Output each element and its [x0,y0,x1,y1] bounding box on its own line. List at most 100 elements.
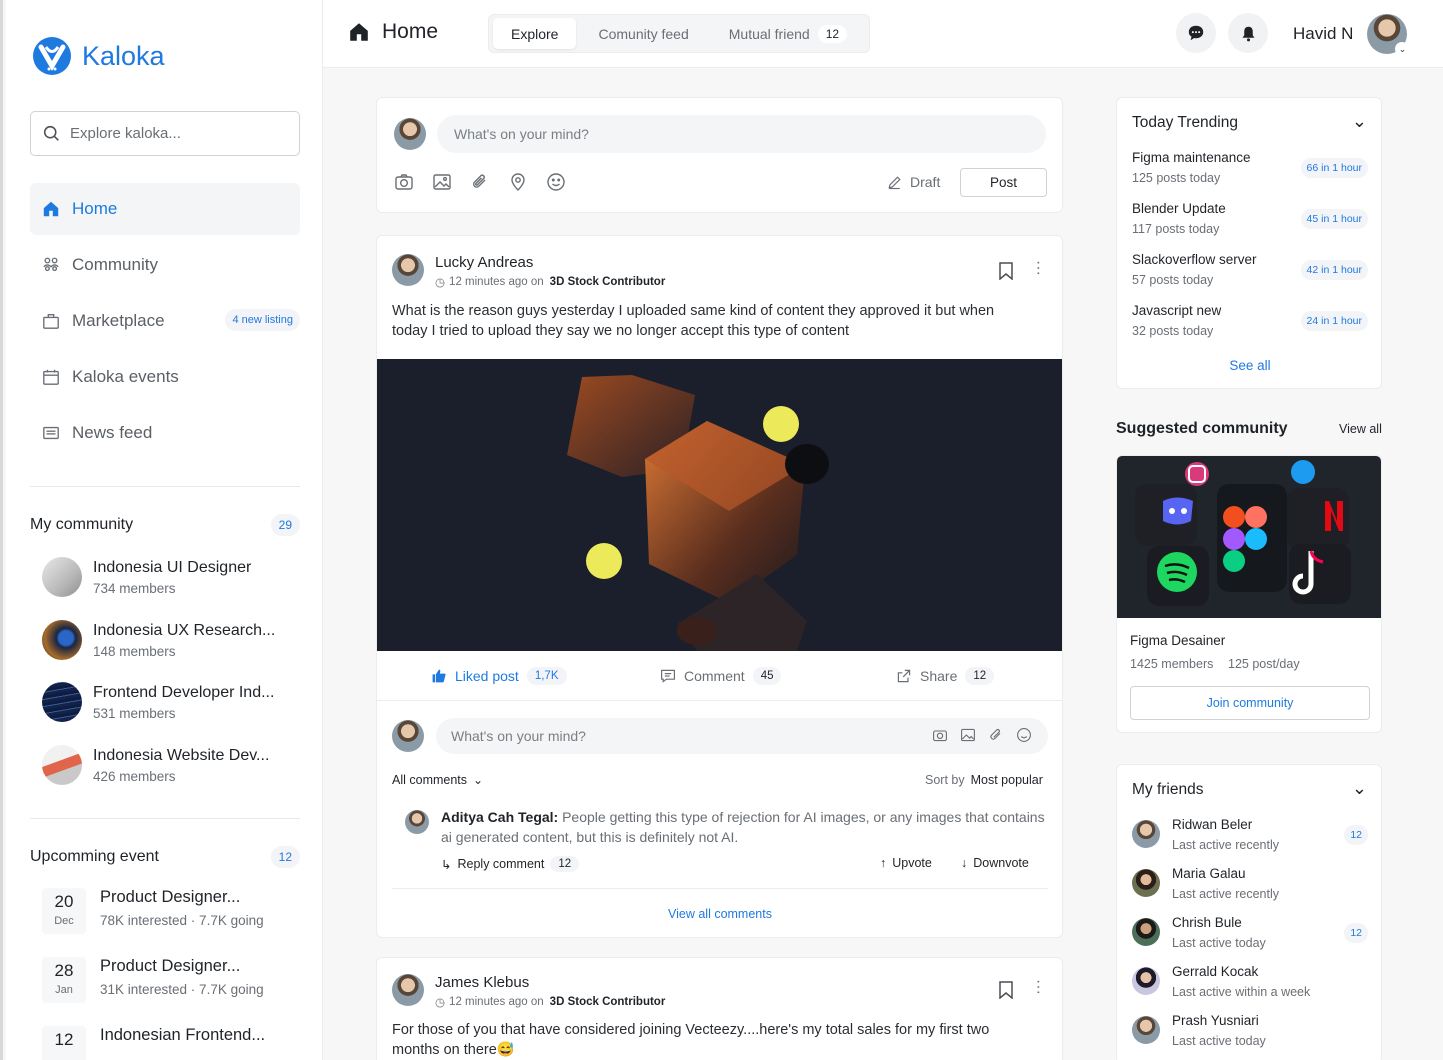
camera-icon[interactable] [932,727,948,743]
comments-filter[interactable]: All comments ⌄ [392,773,483,787]
post-author-info: James Klebus ◷ 12 minutes ago on 3D Stock … [435,974,665,1009]
tab-mutual-friend[interactable]: Mutual friend 12 [711,18,865,49]
more-icon[interactable]: ··· [1030,979,1047,995]
share-count: 12 [965,666,995,685]
downvote-button[interactable]: ↓ Downvote [961,856,1029,870]
join-community-button[interactable]: Join community [1130,686,1370,720]
image-icon[interactable] [960,727,976,743]
friend-name: Prash Yusniari [1172,1013,1259,1028]
brand-logo[interactable]: Kaloka [32,36,165,76]
community-name[interactable]: Figma Desainer [1130,633,1225,648]
calendar-icon [43,369,59,385]
friend-item[interactable]: Maria Galau Last active recently [1132,866,1368,901]
upvote-button[interactable]: ↑ Upvote [880,856,932,870]
friend-item[interactable]: Gerrald Kocak Last active within a week [1132,964,1368,999]
comment-avatar[interactable] [405,810,429,834]
nav-item-community[interactable]: Community [30,239,300,291]
trend-item[interactable]: Blender Update 117 posts today 45 in 1 hou… [1132,201,1368,236]
kaloka-logo-icon [33,37,71,75]
reply-input[interactable]: What's on your mind? [436,718,1048,754]
search-input[interactable] [70,125,270,142]
suggested-community-card: Figma Desainer 1425 members 125 post/day… [1116,455,1382,733]
user-name: Havid N [1293,24,1354,43]
view-all-comments-link[interactable]: View all comments [377,907,1062,921]
location-pin-icon[interactable] [508,172,528,192]
composer-avatar [394,118,426,150]
event-item[interactable]: 20 Dec Product Designer... 78K interested … [42,888,264,934]
share-icon [897,669,911,682]
tab-community-feed[interactable]: Comunity feed [580,18,706,49]
comments-filter-label: All comments [392,773,468,787]
tab-mutual-count: 12 [817,24,848,43]
bookmark-icon[interactable] [998,262,1014,280]
sort-value: Most popular [970,773,1043,787]
bookmark-icon[interactable] [998,981,1014,999]
event-item[interactable]: 28 Jan Product Designer... 31K interested … [42,957,264,1003]
messages-button[interactable] [1176,13,1216,53]
post-time: 12 minutes ago on [449,996,544,1008]
nav-item-marketplace[interactable]: Marketplace 4 new listing [30,295,300,347]
post-meta: ◷ 12 minutes ago on 3D Stock Contributor [435,275,665,289]
nav-item-news[interactable]: News feed [30,407,300,459]
event-day: 28 [54,961,74,980]
community-item[interactable]: Frontend Developer Ind... 531 members [42,682,274,722]
trend-item[interactable]: Slackoverflow server 57 posts today 42 in … [1132,252,1368,287]
paperclip-icon[interactable] [470,172,490,192]
post-author-name[interactable]: Lucky Andreas [435,254,665,271]
nav-item-home[interactable]: Home [30,183,300,235]
suggested-title: Suggested community [1116,420,1288,437]
notifications-button[interactable] [1228,13,1268,53]
see-all-trending-link[interactable]: See all [1117,358,1383,373]
sort-control[interactable]: Sort by Most popular [925,773,1043,787]
community-members: 734 members [93,580,176,596]
post-composer: What's on your mind? Draft Post [376,97,1063,213]
user-menu[interactable]: Havid N ⌄ [1293,14,1410,56]
community-name: Indonesia UI Designer [93,558,252,576]
post-image[interactable] [377,359,1062,651]
like-button[interactable]: Liked post 1,7K [431,666,567,685]
community-item[interactable]: Indonesia Website Dev... 426 members [42,745,269,785]
emoji-icon[interactable] [546,172,566,192]
paperclip-icon[interactable] [988,727,1004,743]
trending-title: Today Trending [1132,114,1238,131]
community-item[interactable]: Indonesia UI Designer 734 members [42,557,251,597]
event-item[interactable]: 12 Indonesian Frontend... [42,1026,265,1060]
image-icon[interactable] [432,172,452,192]
trend-item[interactable]: Javascript new 32 posts today 24 in 1 hour [1132,303,1368,338]
friends-panel: My friends ⌄ Ridwan Beler Last active rec… [1116,764,1382,1060]
friend-item[interactable]: Ridwan Beler Last active recently 12 [1132,817,1368,852]
more-icon[interactable]: ··· [1030,260,1047,276]
reply-comment-button[interactable]: ↳ Reply comment 12 [441,856,580,872]
post-author-avatar[interactable] [392,974,424,1006]
friend-avatar [1132,1016,1160,1044]
marketplace-badge: 4 new listing [225,309,300,331]
draft-button[interactable]: Draft [887,174,940,190]
camera-icon[interactable] [394,172,414,192]
community-icon [43,257,59,272]
like-label: Liked post [455,667,519,684]
trend-item[interactable]: Figma maintenance 125 posts today 66 in 1 … [1132,150,1368,185]
share-button[interactable]: Share 12 [896,666,995,685]
suggested-view-all-link[interactable]: View all [1339,422,1382,436]
comment-author[interactable]: Aditya Cah Tegal: [441,809,558,825]
emoji-icon[interactable] [1016,727,1032,743]
chevron-down-icon[interactable]: ⌄ [1352,778,1367,799]
friend-item[interactable]: Prash Yusniari Last active today [1132,1013,1368,1048]
nav-item-events[interactable]: Kaloka events [30,351,300,403]
community-item[interactable]: Indonesia UX Research... 148 members [42,620,275,660]
post-author-name[interactable]: James Klebus [435,974,665,991]
community-cover-image[interactable] [1117,456,1382,618]
composer-input[interactable]: What's on your mind? [437,115,1046,153]
community-thumb [42,620,82,660]
post-button[interactable]: Post [960,168,1047,197]
friend-status: Last active recently [1172,838,1279,852]
friend-item[interactable]: Chrish Bule Last active today 12 [1132,915,1368,950]
friend-avatar [1132,967,1160,995]
chevron-down-icon[interactable]: ⌄ [1352,111,1367,132]
search-box[interactable] [30,111,300,156]
tab-explore[interactable]: Explore [493,18,577,49]
pencil-icon [888,175,901,189]
feed-post: Lucky Andreas ◷ 12 minutes ago on 3D Stock… [376,235,1063,938]
comment-button[interactable]: Comment 45 [660,666,782,685]
post-author-avatar[interactable] [392,254,424,286]
